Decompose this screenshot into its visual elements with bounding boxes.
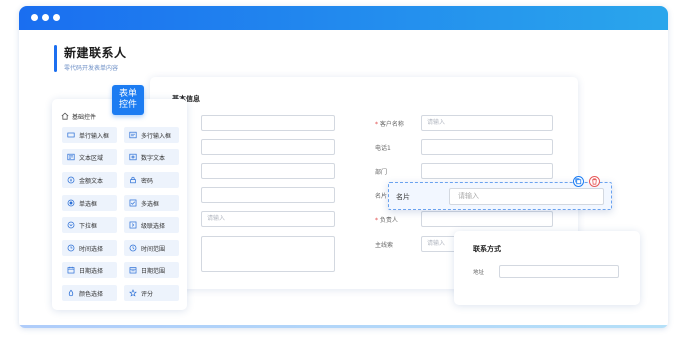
badge-line-2: 控件 (118, 100, 137, 110)
control-item[interactable]: 数字文本 (124, 149, 179, 165)
control-item-label: 评分 (141, 290, 154, 298)
phone-input[interactable] (421, 139, 553, 155)
title-accent-bar (54, 45, 57, 72)
control-item[interactable]: 单选框 (62, 195, 117, 211)
contact-title: 联系方式 (473, 245, 501, 253)
time-picker-icon (67, 244, 75, 252)
color-picker-icon (68, 289, 74, 297)
rating-icon (129, 289, 137, 297)
control-item-label: 密码 (141, 177, 154, 185)
field-label-card: 名片 (375, 193, 388, 200)
badge-line-1: 表单 (118, 89, 137, 99)
control-item[interactable]: 多行输入框 (124, 127, 179, 143)
left-input-2[interactable] (201, 139, 335, 155)
single-line-input-icon (67, 132, 75, 138)
control-item-label: 下拉框 (79, 222, 98, 230)
dragging-field-label: 名片 (396, 193, 410, 201)
control-item[interactable]: 多选框 (124, 195, 179, 211)
control-item-label: 颜色选择 (79, 290, 104, 298)
window-bottom-bar (19, 325, 668, 328)
date-picker-icon (67, 266, 75, 274)
left-input-4[interactable] (201, 187, 335, 203)
left-input-1[interactable] (201, 115, 335, 131)
owner-input[interactable] (421, 211, 553, 227)
controls-header: 基础控件 (72, 114, 97, 121)
control-item[interactable]: 评分 (124, 285, 179, 301)
delete-icon[interactable] (589, 176, 600, 187)
control-item[interactable]: 下拉框 (62, 217, 117, 233)
control-item-label: 日期范围 (141, 267, 166, 275)
form-controls-badge[interactable]: 表单 控件 (112, 85, 144, 115)
field-label-department: 部门 (375, 169, 388, 176)
left-input-5[interactable]: 请输入 (201, 211, 335, 227)
page-subtitle: 零代码开发表单内容 (64, 65, 119, 72)
copy-icon[interactable] (573, 176, 584, 187)
field-label-phone: 电话1 (375, 145, 391, 152)
left-textarea[interactable] (201, 236, 335, 272)
home-icon (61, 112, 69, 120)
multi-line-input-icon (129, 131, 137, 139)
control-item[interactable]: 文本区域 (62, 149, 117, 165)
address-input[interactable] (499, 265, 619, 278)
page-title: 新建联系人 (64, 46, 127, 60)
control-item[interactable]: 单行输入框 (62, 127, 117, 143)
address-label: 地址 (473, 270, 485, 276)
department-input[interactable] (421, 163, 553, 179)
window-dot-2[interactable] (42, 14, 49, 21)
left-input-3[interactable] (201, 163, 335, 179)
control-item-label: 级联选择 (141, 222, 166, 230)
field-label-main-lead: 主线索 (375, 242, 394, 249)
window-dot-1[interactable] (31, 14, 38, 21)
amount-text-icon (67, 176, 75, 184)
control-item-label: 日期选择 (79, 267, 104, 275)
control-item[interactable]: 时间范围 (124, 240, 179, 256)
dropdown-icon (67, 221, 75, 229)
date-range-icon (129, 267, 137, 274)
field-label-customer-name: * 客户名称 (375, 121, 404, 128)
window-dot-3[interactable] (53, 14, 60, 21)
cascader-icon (129, 221, 137, 229)
control-item[interactable]: 时间选择 (62, 240, 117, 256)
text-area-icon (67, 153, 75, 161)
customer-name-input[interactable]: 请输入 (421, 115, 553, 131)
control-item[interactable]: 密码 (124, 172, 179, 188)
control-item[interactable]: 颜色选择 (62, 285, 117, 301)
control-item[interactable]: 日期范围 (124, 262, 179, 278)
checkbox-icon (129, 199, 137, 207)
title-bar (19, 6, 668, 30)
control-item[interactable]: 金额文本 (62, 172, 117, 188)
control-item[interactable]: 级联选择 (124, 217, 179, 233)
control-item-label: 时间范围 (141, 245, 166, 253)
control-item[interactable]: 日期选择 (62, 262, 117, 278)
password-icon (130, 176, 136, 184)
number-text-icon (129, 153, 137, 161)
control-item-label: 数字文本 (141, 154, 166, 162)
control-item-label: 文本区域 (79, 154, 104, 162)
control-item-label: 单选框 (79, 200, 98, 208)
control-item-label: 单行输入框 (79, 132, 110, 140)
control-item-label: 金额文本 (79, 177, 104, 185)
stage: 新建联系人 零代码开发表单内容 基本信息 请输入 * 客户名称 请输入 电话1 … (0, 0, 690, 340)
control-item-label: 多行输入框 (141, 132, 172, 140)
control-item-label: 多选框 (141, 200, 160, 208)
radio-icon (67, 199, 75, 207)
field-label-owner: * 负责人 (375, 217, 398, 224)
time-range-icon (129, 244, 137, 252)
control-item-label: 时间选择 (79, 245, 104, 253)
dragging-field-input[interactable]: 请输入 (449, 188, 604, 205)
